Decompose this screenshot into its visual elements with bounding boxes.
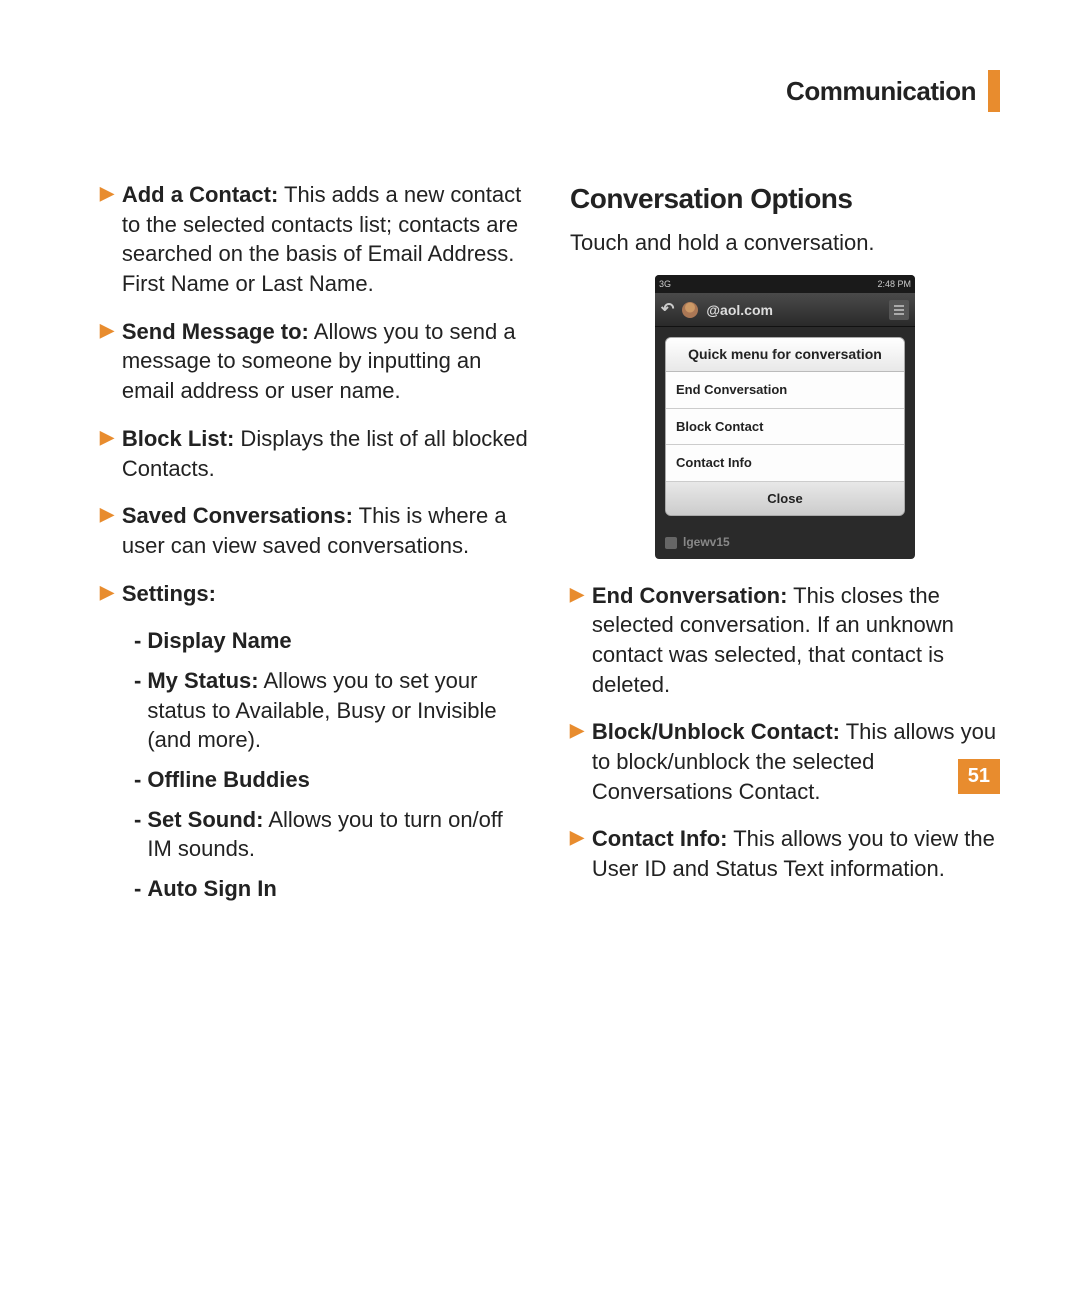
list-item: ▶ Block List: Displays the list of all b… [100, 424, 530, 483]
phone-title: @aol.com [706, 301, 773, 320]
menu-icon[interactable] [889, 300, 909, 320]
left-column: ▶ Add a Contact: This adds a new contact… [100, 180, 530, 914]
presence-icon [665, 537, 677, 549]
list-item: ▶ Contact Info: This allows you to view … [570, 824, 1000, 883]
list-item: ▶ Saved Conversations: This is where a u… [100, 501, 530, 560]
list-item: ▶ Send Message to: Allows you to send a … [100, 317, 530, 406]
back-icon[interactable]: ↶ [661, 299, 674, 321]
subsection-heading: Conversation Options [570, 180, 1000, 218]
header-accent-bar [988, 70, 1000, 112]
dash-icon: - [134, 805, 141, 864]
dash-icon: - [134, 874, 141, 904]
list-item: ▶ Block/Unblock Contact: This allows you… [570, 717, 1000, 806]
avatar-icon [682, 302, 698, 318]
triangle-icon: ▶ [100, 579, 114, 609]
contact-name: lgewv15 [683, 534, 730, 550]
sub-list-item: - Set Sound: Allows you to turn on/off I… [134, 805, 530, 864]
phone-screenshot: 3G 2:48 PM ↶ @aol.com Quick menu for con… [655, 275, 915, 558]
list-item: ▶ Add a Contact: This adds a new contact… [100, 180, 530, 299]
subsection-intro: Touch and hold a conversation. [570, 228, 1000, 258]
menu-item-block[interactable]: Block Contact [666, 409, 904, 446]
page-header: Communication [786, 70, 1000, 112]
status-left: 3G [659, 278, 671, 290]
page-number: 51 [958, 759, 1000, 794]
list-item: ▶ Settings: [100, 579, 530, 609]
dash-icon: - [134, 626, 141, 656]
status-right: 2:48 PM [877, 278, 911, 290]
phone-titlebar: ↶ @aol.com [655, 293, 915, 327]
contact-row: lgewv15 [655, 526, 915, 558]
menu-item-end[interactable]: End Conversation [666, 372, 904, 409]
triangle-icon: ▶ [570, 717, 584, 806]
triangle-icon: ▶ [100, 317, 114, 406]
list-item: ▶ End Conversation: This closes the sele… [570, 581, 1000, 700]
close-button[interactable]: Close [666, 482, 904, 516]
sub-list-item: - Auto Sign In [134, 874, 530, 904]
triangle-icon: ▶ [100, 424, 114, 483]
triangle-icon: ▶ [570, 581, 584, 700]
quick-menu-popup: Quick menu for conversation End Conversa… [665, 337, 905, 516]
triangle-icon: ▶ [100, 501, 114, 560]
triangle-icon: ▶ [100, 180, 114, 299]
dash-icon: - [134, 666, 141, 755]
sub-list-item: - My Status: Allows you to set your stat… [134, 666, 530, 755]
triangle-icon: ▶ [570, 824, 584, 883]
dash-icon: - [134, 765, 141, 795]
section-title: Communication [786, 76, 976, 107]
menu-item-info[interactable]: Contact Info [666, 445, 904, 482]
sub-list-item: - Offline Buddies [134, 765, 530, 795]
popup-title: Quick menu for conversation [666, 338, 904, 372]
sub-list-item: - Display Name [134, 626, 530, 656]
right-column: Conversation Options Touch and hold a co… [570, 180, 1000, 914]
phone-status-bar: 3G 2:48 PM [655, 275, 915, 293]
